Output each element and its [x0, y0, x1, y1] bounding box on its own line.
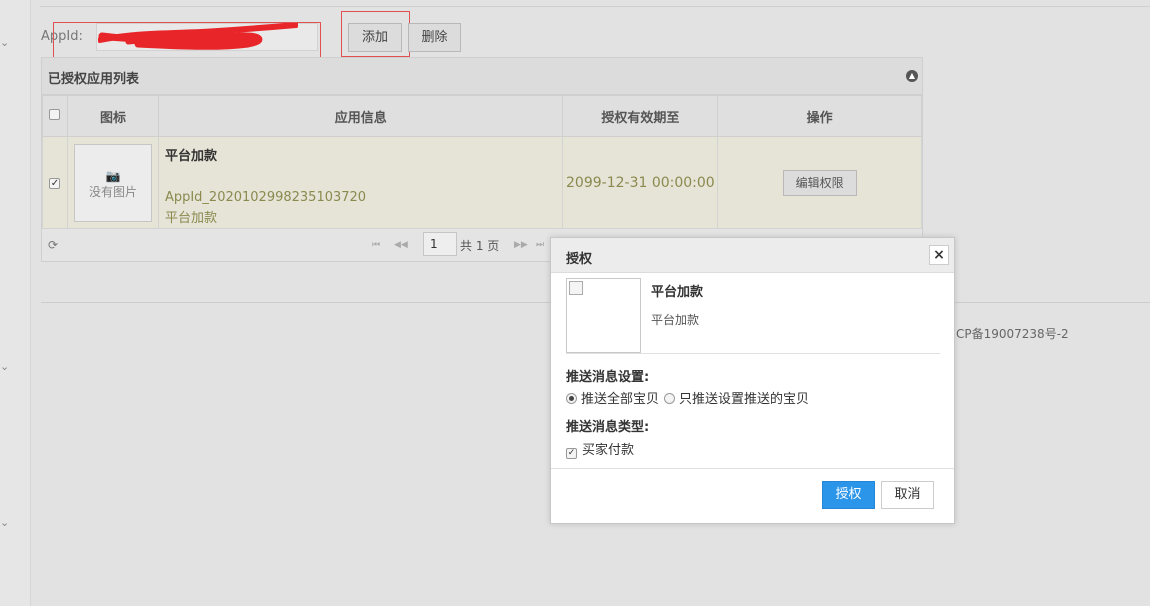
checkbox-buyer-pay[interactable]: ✓ 买家付款 [566, 439, 634, 459]
authorize-dialog: 授权 × 平台加款 平台加款 推送消息设置: 推送全部宝贝 只推送设置推送的宝贝… [550, 237, 955, 524]
app-thumbnail: 📷 没有图片 [73, 143, 152, 222]
panel-title: 已授权应用列表 [48, 72, 140, 87]
app-name: 平台加款 [164, 149, 217, 164]
dialog-divider [566, 353, 940, 354]
sidebar-chevron-icon[interactable]: ⌄ [0, 36, 9, 49]
left-sidebar: ⌄ ⌄ ⌄ [0, 0, 31, 606]
dialog-title: 授权 [566, 252, 593, 267]
appid-label: AppId: [41, 29, 83, 44]
app-id: AppId_2020102998235103720 [164, 190, 367, 205]
authorize-button[interactable]: 授权 [822, 481, 875, 509]
push-setting-label: 推送消息设置: [566, 370, 650, 385]
sidebar-chevron-icon[interactable]: ⌄ [0, 360, 9, 373]
broken-image-icon [569, 281, 583, 295]
row-icon-cell: 📷 没有图片 [66, 136, 159, 229]
radio-push-selected-label: 只推送设置推送的宝贝 [679, 392, 810, 407]
radio-unselected-icon[interactable] [664, 393, 675, 404]
dialog-app-sub: 平台加款 [651, 313, 700, 327]
column-header-actions: 操作 [717, 95, 922, 137]
collapse-icon[interactable]: ▲ [906, 70, 918, 82]
row-app-info-cell: 平台加款 AppId_2020102998235103720 平台加款 [157, 136, 564, 229]
app-desc: 平台加款 [164, 211, 217, 226]
select-all-checkbox[interactable] [49, 108, 61, 120]
refresh-icon[interactable]: ⟳ [48, 238, 58, 252]
delete-button[interactable]: 删除 [408, 23, 461, 52]
checkbox-checked-icon[interactable]: ✓ [566, 448, 577, 459]
column-header-icon: 图标 [66, 95, 159, 137]
cancel-button[interactable]: 取消 [881, 481, 934, 509]
prev-page-icon[interactable]: ◀◀ [394, 240, 408, 250]
apps-table: 图标 应用信息 授权有效期至 操作 ✓ 📷 没有图片 平台加款 AppId_20… [42, 95, 922, 229]
radio-push-all-label: 推送全部宝贝 [581, 392, 660, 407]
row-expire: 2099-12-31 00:00:00 [562, 136, 719, 229]
radio-selected-icon[interactable] [566, 393, 577, 404]
dialog-header: 授权 × [551, 238, 954, 273]
no-image-label: 没有图片 [88, 184, 137, 199]
checkbox-buyer-pay-label: 买家付款 [582, 443, 635, 458]
page-total: 共 1 页 [460, 239, 500, 253]
appid-input[interactable] [96, 23, 318, 51]
panel-header: 已授权应用列表 ▲ [42, 58, 922, 95]
camera-icon: 📷 [105, 168, 121, 183]
row-select-cell[interactable]: ✓ [42, 136, 68, 229]
footer-icp: CP备19007238号-2 [956, 327, 1069, 341]
last-page-icon[interactable]: ⏭ [536, 240, 544, 250]
close-icon[interactable]: × [929, 245, 949, 265]
sidebar-chevron-icon[interactable]: ⌄ [0, 516, 9, 529]
app-image [566, 278, 641, 353]
top-divider [40, 0, 1150, 7]
page-number-input[interactable] [423, 232, 457, 256]
row-checkbox[interactable]: ✓ [49, 178, 61, 189]
edit-permissions-button[interactable]: 编辑权限 [782, 169, 857, 196]
dialog-footer-divider [551, 468, 954, 469]
next-page-icon[interactable]: ▶▶ [514, 240, 528, 250]
table-row[interactable]: ✓ 📷 没有图片 平台加款 AppId_2020102998235103720 … [42, 136, 922, 229]
radio-push-all[interactable]: 推送全部宝贝 [566, 388, 659, 407]
row-actions-cell: 编辑权限 [717, 136, 922, 229]
push-type-label: 推送消息类型: [566, 420, 650, 435]
authorized-apps-panel: 已授权应用列表 ▲ 图标 应用信息 授权有效期至 操作 ✓ 📷 没有图片 平台加… [41, 57, 923, 262]
select-all-header[interactable] [42, 95, 68, 137]
radio-push-selected[interactable]: 只推送设置推送的宝贝 [664, 388, 809, 407]
add-button[interactable]: 添加 [348, 23, 402, 52]
dialog-app-name: 平台加款 [651, 285, 704, 300]
column-header-expire: 授权有效期至 [562, 95, 719, 137]
column-header-app-info: 应用信息 [157, 95, 564, 137]
first-page-icon[interactable]: ⏮ [372, 240, 380, 250]
